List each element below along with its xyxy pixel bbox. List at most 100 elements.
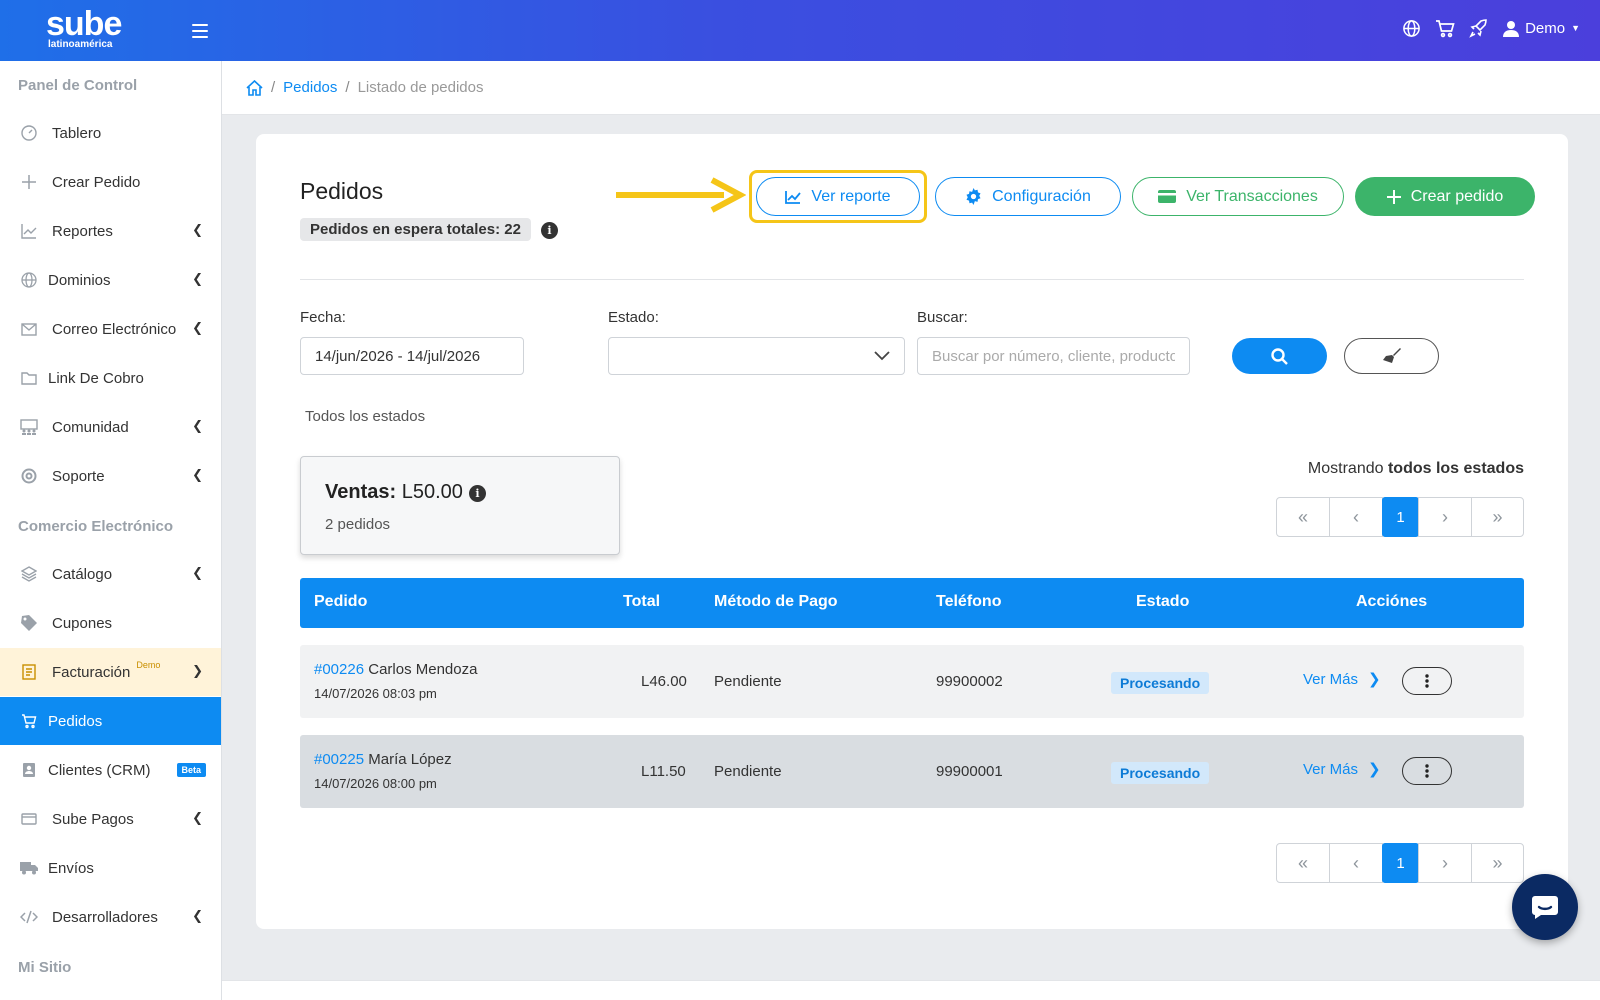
showing-status-text: Mostrando todos los estados — [1308, 460, 1524, 478]
chart-icon — [20, 222, 38, 240]
cart-icon[interactable] — [1435, 18, 1455, 38]
sidebar-item-link-de-cobro[interactable]: Link De Cobro — [0, 354, 221, 402]
rocket-icon[interactable] — [1469, 18, 1489, 38]
page-number-button[interactable]: 1 — [1382, 843, 1419, 883]
column-header[interactable]: Método de Pago — [714, 593, 838, 611]
view-more-link[interactable]: Ver Más ❯ — [1303, 670, 1381, 689]
lifebuoy-icon — [20, 467, 38, 485]
view-transactions-button[interactable]: Ver Transacciones — [1132, 177, 1344, 216]
sidebar-item-crear-pedido[interactable]: Crear Pedido — [0, 158, 221, 206]
invoice-icon — [20, 663, 38, 681]
breadcrumb-separator: / — [345, 79, 350, 96]
chevron-left-icon: ❮ — [192, 908, 203, 923]
pagination-bottom: « ‹ 1 › » — [1276, 843, 1524, 883]
clear-filters-button[interactable] — [1344, 338, 1439, 374]
page-number-button[interactable]: 1 — [1382, 497, 1419, 537]
date-range-field[interactable]: 14/jun/2026 - 14/jul/2026 — [300, 337, 524, 375]
search-button[interactable] — [1232, 338, 1327, 374]
sidebar-item-label: Comunidad — [52, 418, 129, 436]
configuration-button[interactable]: Configuración — [935, 177, 1121, 216]
column-header[interactable]: Estado — [1136, 593, 1189, 611]
chevron-right-icon: ❯ — [1368, 671, 1381, 688]
sidebar-item-catalogo[interactable]: Catálogo ❮ — [0, 550, 221, 598]
column-header[interactable]: Pedido — [314, 593, 367, 611]
sidebar-section-title: Mi Sitio — [18, 959, 72, 976]
sidebar-item-facturacion[interactable]: Facturación Demo ❯ — [0, 648, 221, 696]
last-page-button[interactable]: » — [1471, 843, 1524, 883]
sidebar-item-soporte[interactable]: Soporte ❮ — [0, 452, 221, 500]
sidebar-item-cupones[interactable]: Cupones — [0, 599, 221, 647]
footer-strip — [222, 980, 1600, 1000]
demo-superscript: Demo — [136, 659, 161, 670]
caret-down-icon: ▼ — [1571, 23, 1580, 33]
table-row[interactable]: #00225 María López 14/07/2026 08:00 pm L… — [300, 735, 1524, 808]
row-actions-menu-button[interactable] — [1402, 667, 1452, 695]
payment-method: Pendiente — [714, 673, 782, 690]
next-page-button[interactable]: › — [1418, 497, 1472, 537]
sidebar-item-tablero[interactable]: Tablero — [0, 109, 221, 157]
first-page-button[interactable]: « — [1276, 497, 1330, 537]
column-header[interactable]: Total — [623, 593, 660, 611]
first-page-button[interactable]: « — [1276, 843, 1330, 883]
view-report-label: Ver reporte — [811, 187, 891, 205]
beta-badge: Beta — [176, 763, 207, 777]
orders-count: 2 pedidos — [325, 516, 391, 533]
last-page-button[interactable]: » — [1471, 497, 1524, 537]
sidebar-item-label: Pedidos — [48, 712, 103, 730]
sidebar-section-title: Comercio Electrónico — [18, 518, 174, 535]
sidebar-item-envios[interactable]: Envíos — [0, 844, 221, 892]
plus-icon — [20, 173, 38, 191]
next-page-button[interactable]: › — [1418, 843, 1472, 883]
arrow-pointer-icon — [616, 177, 746, 213]
row-actions-menu-button[interactable] — [1402, 757, 1452, 785]
sidebar-item-label: Clientes (CRM) — [48, 761, 151, 779]
sales-label: Ventas: — [325, 481, 397, 503]
breadcrumb-link-pedidos[interactable]: Pedidos — [283, 79, 337, 96]
view-transactions-label: Ver Transacciones — [1186, 187, 1318, 205]
column-header[interactable]: Acciónes — [1356, 593, 1427, 611]
chat-widget-button[interactable] — [1512, 874, 1578, 940]
column-header[interactable]: Teléfono — [936, 593, 1001, 611]
sales-total: Ventas: L50.00 — [325, 481, 463, 504]
home-icon[interactable] — [246, 79, 263, 96]
status-badge: Procesando — [1111, 762, 1210, 784]
sidebar-item-label: Crear Pedido — [52, 173, 141, 191]
create-order-button[interactable]: Crear pedido — [1355, 177, 1535, 216]
page-title: Pedidos — [300, 178, 384, 204]
table-header: Pedido Total Método de Pago Teléfono Est… — [300, 578, 1524, 628]
sidebar-item-label: Facturación Demo — [52, 660, 160, 681]
sidebar-item-reportes[interactable]: Reportes ❮ — [0, 207, 221, 255]
globe-icon — [20, 271, 38, 289]
configuration-label: Configuración — [992, 187, 1091, 205]
info-icon[interactable]: i — [541, 222, 558, 239]
prev-page-button[interactable]: ‹ — [1329, 497, 1383, 537]
sidebar-item-dominios[interactable]: Dominios ❮ — [0, 256, 221, 304]
user-name: Demo — [1525, 19, 1566, 37]
user-menu[interactable]: Demo ▼ — [1503, 20, 1580, 37]
sidebar-item-comunidad[interactable]: Comunidad ❮ — [0, 403, 221, 451]
showing-prefix: Mostrando — [1307, 460, 1384, 477]
state-select[interactable] — [608, 337, 905, 375]
code-icon — [20, 908, 38, 926]
brand-logo[interactable]: sube latinoamérica — [46, 7, 122, 50]
order-number-link[interactable]: #00226 — [314, 661, 364, 678]
globe-icon[interactable] — [1401, 18, 1421, 38]
sidebar-item-label: Cupones — [52, 614, 113, 632]
sidebar: Panel de Control Tablero Crear Pedido Re… — [0, 61, 222, 1000]
search-input[interactable] — [917, 337, 1190, 375]
view-more-link[interactable]: Ver Más ❯ — [1303, 760, 1381, 779]
customer-name: María López — [368, 751, 452, 768]
sidebar-item-pedidos[interactable]: Pedidos — [0, 697, 221, 745]
sidebar-item-clientes[interactable]: Clientes (CRM) Beta — [0, 746, 221, 794]
order-number-link[interactable]: #00225 — [314, 751, 364, 768]
sidebar-item-sube-pagos[interactable]: Sube Pagos ❮ — [0, 795, 221, 843]
view-report-button[interactable]: Ver reporte — [756, 177, 920, 216]
order-cell: #00226 Carlos Mendoza — [314, 661, 477, 678]
prev-page-button[interactable]: ‹ — [1329, 843, 1383, 883]
table-row[interactable]: #00226 Carlos Mendoza 14/07/2026 08:03 p… — [300, 645, 1524, 718]
sidebar-item-desarrolladores[interactable]: Desarrolladores ❮ — [0, 893, 221, 941]
hamburger-menu-icon[interactable] — [192, 24, 208, 38]
sidebar-item-correo[interactable]: Correo Electrónico ❮ — [0, 305, 221, 353]
info-icon[interactable]: i — [469, 485, 486, 502]
all-states-text: Todos los estados — [305, 408, 426, 425]
